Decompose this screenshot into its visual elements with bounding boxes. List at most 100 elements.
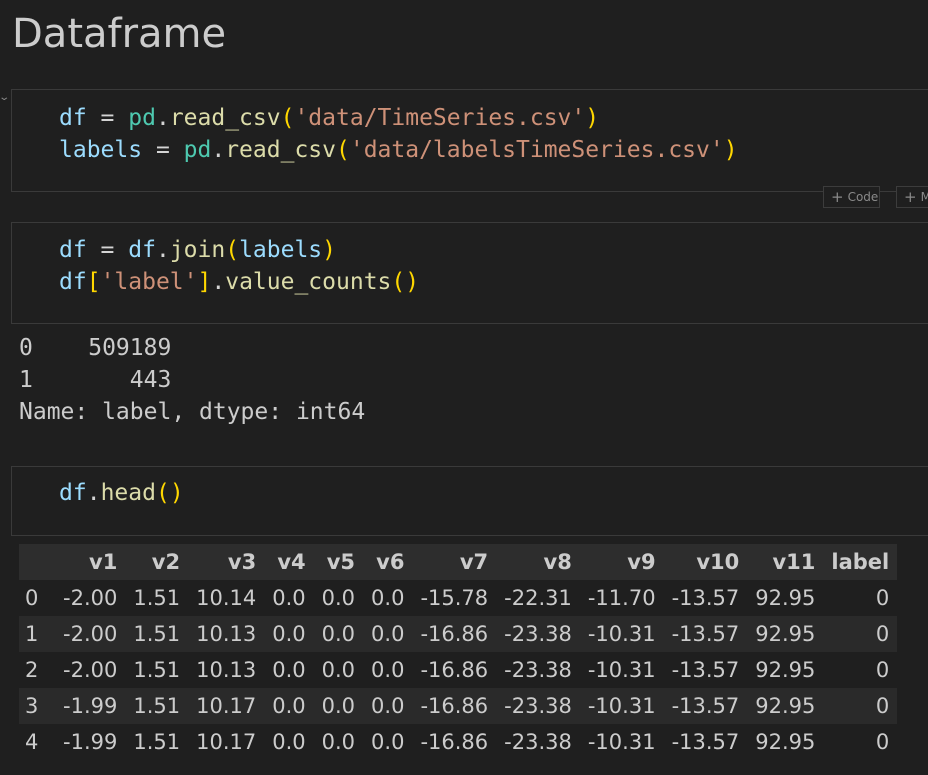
- column-header: v6: [376, 550, 405, 574]
- table-header-row: v1 v2 v3 v4 v5 v6 v7 v8 v9 v10 v11 label: [19, 544, 898, 580]
- table-cell: -2.00: [63, 622, 118, 646]
- table-cell: -13.57: [671, 730, 740, 754]
- table-cell: 10.14: [196, 586, 257, 610]
- table-cell: 0.0: [321, 622, 356, 646]
- table-cell: -16.86: [420, 658, 489, 682]
- table-cell: 10.17: [196, 730, 257, 754]
- table-cell: 10.13: [196, 658, 257, 682]
- table-cell: -16.86: [420, 694, 489, 718]
- chevron-down-icon[interactable]: ⌄: [0, 92, 10, 103]
- column-header: v10: [696, 550, 740, 574]
- column-header: v4: [277, 550, 306, 574]
- table-row: 0 -2.00 1.51 10.14 0.0 0.0 0.0 -15.78 -22.31 -11.…: [19, 580, 898, 616]
- table-cell: 92.95: [755, 694, 816, 718]
- table-cell: 0.0: [272, 622, 306, 646]
- table-cell: 92.95: [755, 658, 816, 682]
- table-cell: -1.99: [63, 730, 118, 754]
- code-line-1: df.head(): [59, 480, 184, 506]
- table-cell: 0: [875, 586, 890, 610]
- table-cell: 0: [875, 658, 890, 682]
- table-cell: -15.78: [420, 586, 489, 610]
- table-cell: 0: [875, 622, 890, 646]
- table-cell: -13.57: [671, 586, 740, 610]
- column-header: v3: [227, 550, 257, 574]
- table-cell: -10.31: [587, 658, 656, 682]
- column-header: v9: [627, 550, 656, 574]
- row-index: 1: [25, 622, 39, 646]
- table-cell: 0.0: [371, 694, 405, 718]
- table-row: 2 -2.00 1.51 10.13 0.0 0.0 0.0 -16.86 -23.38 -10.…: [19, 652, 898, 688]
- plus-icon: +: [904, 188, 917, 206]
- table-cell: 0.0: [272, 730, 306, 754]
- column-header: v2: [151, 550, 181, 574]
- code-cell-2[interactable]: df = df.join(labels) df['label'].value_c…: [11, 222, 928, 324]
- table-cell: 0.0: [272, 586, 306, 610]
- output-line: Name: label, dtype: int64: [19, 399, 366, 425]
- table-cell: -2.00: [63, 658, 118, 682]
- row-index: 2: [25, 658, 39, 682]
- table-cell: 0.0: [321, 586, 356, 610]
- plus-icon: +: [831, 188, 844, 206]
- table-cell: -13.57: [671, 694, 740, 718]
- column-header: v11: [772, 550, 816, 574]
- add-markdown-cell-button[interactable]: + M: [896, 186, 928, 208]
- markdown-title: Dataframe: [12, 11, 227, 57]
- table-cell: 0.0: [272, 694, 306, 718]
- add-code-label: Code: [847, 190, 879, 204]
- table-cell: 1.51: [133, 730, 181, 754]
- table-cell: -16.86: [420, 622, 489, 646]
- code-cell-3[interactable]: df.head(): [11, 466, 928, 536]
- column-header: v8: [543, 550, 572, 574]
- table-cell: 92.95: [755, 730, 816, 754]
- table-cell: 0: [875, 730, 890, 754]
- table-row: 4 -1.99 1.51 10.17 0.0 0.0 0.0 -16.86 -23.38 -10.…: [19, 724, 898, 760]
- table-cell: -23.38: [504, 730, 572, 754]
- table-cell: 0.0: [272, 658, 306, 682]
- table-cell: 0.0: [371, 586, 405, 610]
- code-cell-1[interactable]: df = pd.read_csv('data/TimeSeries.csv') …: [11, 89, 928, 192]
- table-row: 3 -1.99 1.51 10.17 0.0 0.0 0.0 -16.86 -23.38 -10.…: [19, 688, 898, 724]
- table-cell: -10.31: [587, 622, 656, 646]
- table-cell: 0.0: [371, 622, 405, 646]
- output-line: 1 443: [19, 367, 172, 393]
- add-markdown-label: M: [921, 190, 928, 204]
- column-header: label: [831, 550, 890, 574]
- table-cell: -23.38: [504, 694, 572, 718]
- column-header: v5: [326, 550, 356, 574]
- table-cell: -23.38: [504, 622, 572, 646]
- code-line-1: df = pd.read_csv('data/TimeSeries.csv'): [59, 105, 600, 131]
- table-cell: 92.95: [755, 622, 816, 646]
- table-cell: 10.17: [196, 694, 257, 718]
- table-cell: 1.51: [133, 694, 181, 718]
- table-cell: 92.95: [755, 586, 816, 610]
- dataframe-table: v1 v2 v3 v4 v5 v6 v7 v8 v9 v10 v11 label…: [19, 544, 898, 760]
- table-cell: 10.13: [196, 622, 257, 646]
- column-header: [19, 544, 55, 580]
- output-line: 0 509189: [19, 335, 172, 361]
- table-cell: 1.51: [133, 658, 181, 682]
- table-cell: -13.57: [671, 658, 740, 682]
- table-cell: 0: [875, 694, 890, 718]
- code-line-2: df['label'].value_counts(): [59, 269, 420, 295]
- row-index: 0: [25, 586, 39, 610]
- table-row: 1 -2.00 1.51 10.13 0.0 0.0 0.0 -16.86 -23.38 -10.…: [19, 616, 898, 652]
- table-cell: -2.00: [63, 586, 118, 610]
- table-cell: -10.31: [587, 730, 656, 754]
- code-line-2: labels = pd.read_csv('data/labelsTimeSer…: [59, 137, 738, 163]
- table-cell: 0.0: [321, 730, 356, 754]
- column-header: v1: [89, 550, 118, 574]
- table-cell: 1.51: [133, 586, 181, 610]
- table-cell: -10.31: [587, 694, 656, 718]
- table-cell: 0.0: [371, 730, 405, 754]
- table-cell: -22.31: [504, 586, 572, 610]
- row-index: 4: [25, 730, 39, 754]
- table-cell: 0.0: [321, 658, 356, 682]
- code-line-1: df = df.join(labels): [59, 237, 337, 263]
- table-cell: 0.0: [321, 694, 356, 718]
- table-cell: -16.86: [420, 730, 489, 754]
- cell-output-2: 0 509189 1 443 Name: label, dtype: int64: [19, 332, 365, 428]
- row-index: 3: [25, 694, 39, 718]
- table-cell: -1.99: [63, 694, 118, 718]
- add-code-cell-button[interactable]: + Code: [823, 186, 880, 208]
- table-cell: -23.38: [504, 658, 572, 682]
